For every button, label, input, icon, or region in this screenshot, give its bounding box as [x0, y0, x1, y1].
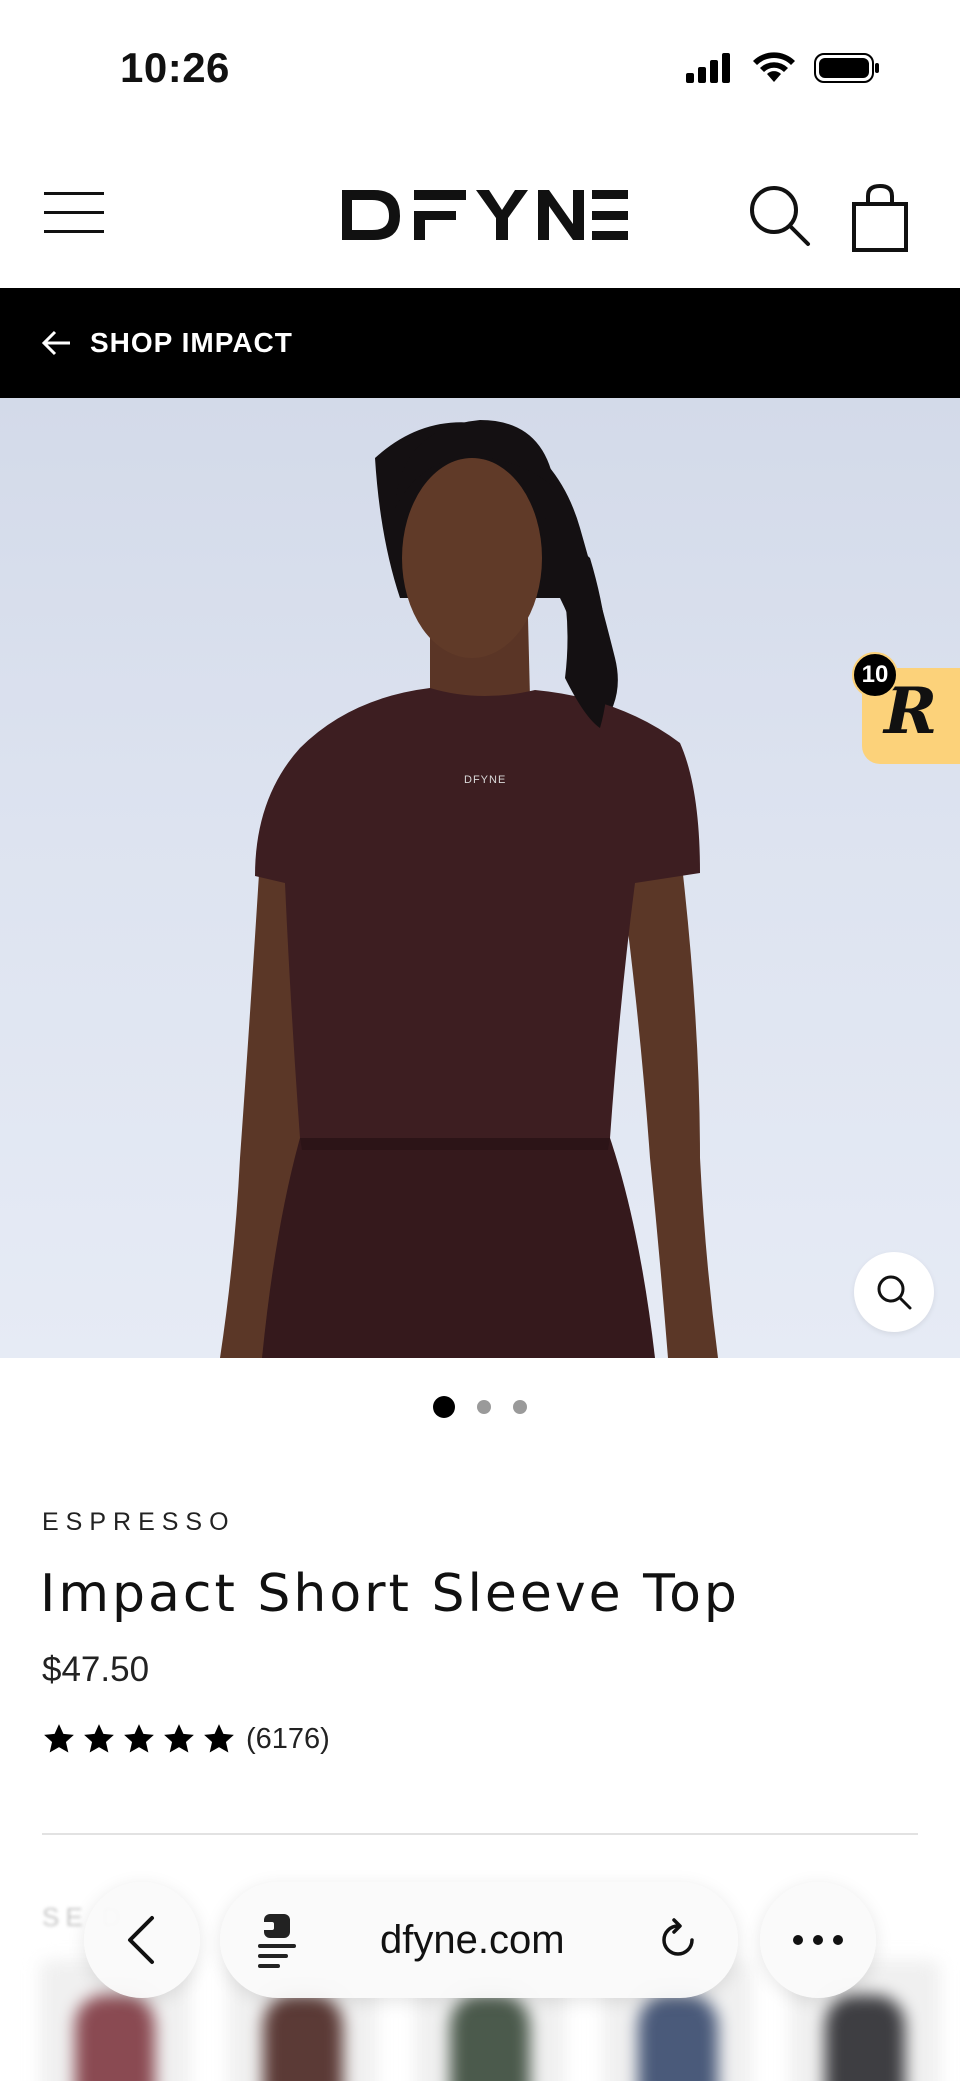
arrow-left-icon: [41, 330, 70, 356]
search-icon: [750, 186, 810, 246]
review-count: (6176): [246, 1722, 330, 1755]
battery-icon: [814, 53, 879, 83]
wifi-icon: [753, 52, 795, 82]
star-icon: [204, 1724, 234, 1753]
star-icon: [164, 1724, 194, 1753]
browser-toolbar: dfyne.com: [0, 1880, 960, 2000]
model-photo: DFYNE: [220, 420, 718, 1358]
star-icon: [84, 1724, 114, 1753]
menu-icon: [44, 192, 104, 233]
more-icon: [793, 1935, 843, 1945]
status-time: 10:26: [120, 44, 230, 91]
cellular-signal-icon: [686, 53, 730, 83]
magnifier-icon: [877, 1275, 912, 1310]
dfyne-logo[interactable]: [330, 180, 630, 260]
shop-impact-link[interactable]: SHOP IMPACT: [0, 288, 960, 398]
divider: [42, 1833, 918, 1835]
cart-button[interactable]: [848, 182, 914, 254]
carousel-dot-2[interactable]: [477, 1400, 491, 1414]
star-icon: [124, 1724, 154, 1753]
address-bar[interactable]: dfyne.com: [220, 1882, 738, 1998]
browser-back-button[interactable]: [84, 1882, 200, 1998]
site-header: [0, 160, 960, 288]
shop-impact-label: SHOP IMPACT: [90, 327, 293, 358]
bag-icon: [852, 183, 908, 252]
product-title: Impact Short Sleeve Top: [40, 1564, 740, 1624]
star-icon: [44, 1724, 74, 1753]
reader-icon: [258, 1914, 296, 1968]
status-bar: 10:26: [0, 0, 960, 140]
svg-text:DFYNE: DFYNE: [464, 774, 506, 786]
star-rating[interactable]: (6176): [42, 1722, 330, 1756]
product-price: $47.50: [42, 1650, 150, 1689]
carousel-dot-1[interactable]: [433, 1396, 455, 1418]
menu-button[interactable]: [42, 188, 114, 248]
status-icons: [686, 52, 880, 84]
url-text: dfyne.com: [380, 1918, 565, 1962]
product-image[interactable]: DFYNE R 10: [0, 398, 960, 1358]
carousel-dot-3[interactable]: [513, 1400, 527, 1414]
rewards-count-badge: 10: [852, 652, 898, 698]
back-chevron-icon: [128, 1916, 154, 1964]
product-color: ESPRESSO: [42, 1508, 236, 1536]
carousel-dots: [0, 1396, 960, 1418]
reload-icon[interactable]: [656, 1918, 700, 1962]
zoom-button[interactable]: [854, 1252, 934, 1332]
search-button[interactable]: [746, 182, 816, 252]
browser-more-button[interactable]: [760, 1882, 876, 1998]
